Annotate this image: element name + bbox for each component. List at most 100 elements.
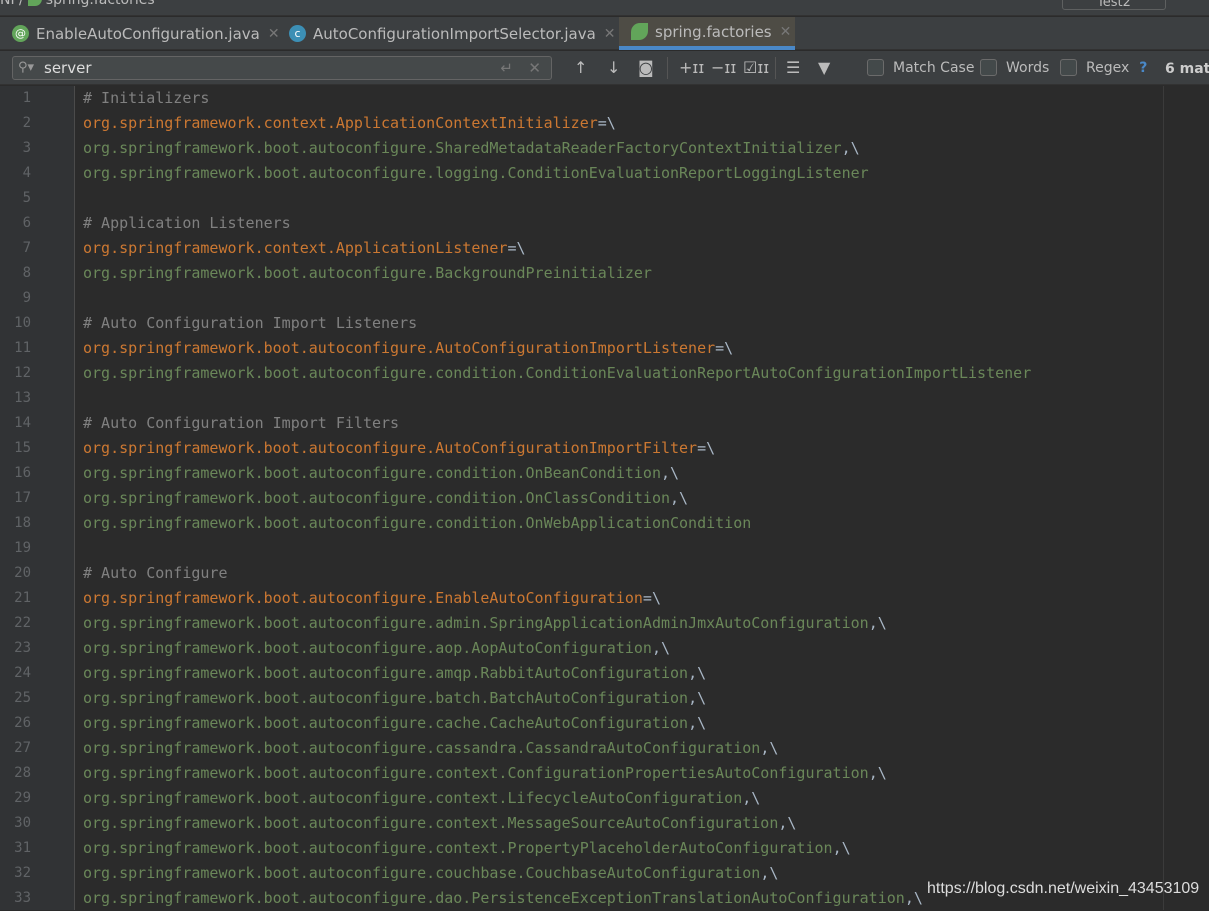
breadcrumb[interactable]: NI / spring.factories [0,0,155,8]
annotation-icon: @ [12,25,29,42]
line-number: 23 [14,640,31,656]
code-text: org.springframework.boot.autoconfigure.c… [83,489,689,507]
code-text: org.springframework.boot.autoconfigure.A… [83,439,716,457]
code-text: org.springframework.boot.autoconfigure.l… [83,164,869,182]
clear-icon[interactable]: ✕ [528,57,541,79]
line-number: 1 [22,90,31,106]
in-selection-icon[interactable]: ☰ [786,58,800,77]
line-number: 32 [14,865,31,881]
code-text: org.springframework.context.ApplicationL… [83,239,526,257]
code-line[interactable]: 22 org.springframework.boot.autoconfigure… [0,611,1209,636]
line-number: 7 [22,240,31,256]
code-text: org.springframework.boot.autoconfigure.c… [83,364,1032,382]
match-case-checkbox[interactable]: Match Case [867,59,974,76]
code-line[interactable]: 18 org.springframework.boot.autoconfigure… [0,511,1209,536]
line-number: 26 [14,715,31,731]
spring-leaf-icon [27,0,42,6]
search-icon[interactable]: ⚲▾ [18,57,34,79]
tab-autoconfigurationimportselector[interactable]: c AutoConfigurationImportSelector.java ✕ [277,17,619,50]
line-number: 8 [22,265,31,281]
find-bar: ⚲▾ server ↵ ✕ ↑ ↓ ◙ +ɪɪ −ɪɪ ☑ɪɪ ☰ ▼ Matc… [0,51,1209,85]
code-line[interactable]: 1 # Initializers [0,86,1209,111]
code-text: org.springframework.boot.autoconfigure.a… [83,664,707,682]
code-line[interactable]: 4 org.springframework.boot.autoconfigure.… [0,161,1209,186]
line-number: 3 [22,140,31,156]
code-line[interactable]: 14 # Auto Configuration Import Filters [0,411,1209,436]
line-number: 24 [14,665,31,681]
regex-checkbox[interactable]: Regex? [1060,59,1147,76]
code-line[interactable]: 23 org.springframework.boot.autoconfigure… [0,636,1209,661]
code-text: org.springframework.boot.autoconfigure.d… [83,889,923,907]
line-number: 12 [14,365,31,381]
code-line[interactable]: 13 [0,386,1209,411]
spring-leaf-icon [631,23,648,40]
code-text: org.springframework.boot.autoconfigure.c… [83,714,707,732]
code-line[interactable]: 19 [0,536,1209,561]
code-line[interactable]: 28 org.springframework.boot.autoconfigure… [0,761,1209,786]
tab-spring-factories[interactable]: spring.factories ✕ [619,17,795,50]
code-line[interactable]: 31 org.springframework.boot.autoconfigure… [0,836,1209,861]
regex-help-icon[interactable]: ? [1139,60,1147,76]
select-occurrences-icon[interactable]: ☑ɪɪ [743,58,769,77]
code-text: org.springframework.boot.autoconfigure.c… [83,814,797,832]
line-number: 6 [22,215,31,231]
previous-occurrence-icon[interactable]: ↑ [574,58,587,77]
code-line[interactable]: 6 # Application Listeners [0,211,1209,236]
line-number: 9 [22,290,31,306]
line-number: 2 [22,115,31,131]
code-text: org.springframework.boot.autoconfigure.c… [83,789,761,807]
code-line[interactable]: 11 org.springframework.boot.autoconfigure… [0,336,1209,361]
code-text: org.springframework.boot.autoconfigure.c… [83,514,752,532]
code-line[interactable]: 2 org.springframework.context.Application… [0,111,1209,136]
code-line[interactable]: 24 org.springframework.boot.autoconfigure… [0,661,1209,686]
line-number: 14 [14,415,31,431]
add-occurrence-icon[interactable]: +ɪɪ [679,58,704,77]
line-number: 10 [14,315,31,331]
code-text: # Auto Configuration Import Listeners [83,314,418,332]
code-line[interactable]: 25 org.springframework.boot.autoconfigure… [0,686,1209,711]
line-number: 4 [22,165,31,181]
code-line[interactable]: 8 org.springframework.boot.autoconfigure.… [0,261,1209,286]
code-text: org.springframework.boot.autoconfigure.c… [83,739,779,757]
code-line[interactable]: 16 org.springframework.boot.autoconfigure… [0,461,1209,486]
words-checkbox[interactable]: Words [980,59,1049,76]
filter-icon[interactable]: ▼ [818,58,830,77]
code-line[interactable]: 26 org.springframework.boot.autoconfigure… [0,711,1209,736]
close-icon[interactable]: ✕ [604,26,616,42]
code-text: org.springframework.boot.autoconfigure.c… [83,464,680,482]
line-number: 13 [14,390,31,406]
code-line[interactable]: 17 org.springframework.boot.autoconfigure… [0,486,1209,511]
select-all-occurrences-icon[interactable]: ◙ [638,58,654,77]
code-line[interactable]: 21 org.springframework.boot.autoconfigure… [0,586,1209,611]
remove-occurrence-icon[interactable]: −ɪɪ [711,58,736,77]
code-line[interactable]: 10 # Auto Configuration Import Listeners [0,311,1209,336]
new-line-icon[interactable]: ↵ [500,57,513,79]
code-line[interactable]: 9 [0,286,1209,311]
code-text: org.springframework.boot.autoconfigure.c… [83,764,887,782]
next-occurrence-icon[interactable]: ↓ [607,58,620,77]
code-text: org.springframework.boot.autoconfigure.E… [83,589,661,607]
code-line[interactable]: 7 org.springframework.context.Application… [0,236,1209,261]
code-text: org.springframework.boot.autoconfigure.a… [83,639,671,657]
code-line[interactable]: 3 org.springframework.boot.autoconfigure.… [0,136,1209,161]
search-input[interactable]: ⚲▾ server ↵ ✕ [12,56,552,80]
line-number: 20 [14,565,31,581]
code-text: org.springframework.boot.autoconfigure.A… [83,339,734,357]
run-configuration-select[interactable]: Test2 [1062,0,1166,10]
code-line[interactable]: 27 org.springframework.boot.autoconfigure… [0,736,1209,761]
code-text: org.springframework.boot.autoconfigure.b… [83,689,707,707]
code-line[interactable]: 12 org.springframework.boot.autoconfigure… [0,361,1209,386]
line-number: 5 [22,190,31,206]
divider [667,57,668,79]
line-number: 28 [14,765,31,781]
code-editor[interactable]: 1 # Initializers 2 org.springframework.cont… [0,86,1209,911]
tab-enableautoconfiguration[interactable]: @ EnableAutoConfiguration.java ✕ [0,17,280,50]
code-line[interactable]: 20 # Auto Configure [0,561,1209,586]
title-bar: NI / spring.factories Test2 [0,0,1209,16]
close-icon[interactable]: ✕ [780,24,792,40]
code-line[interactable]: 15 org.springframework.boot.autoconfigure… [0,436,1209,461]
code-line[interactable]: 30 org.springframework.boot.autoconfigure… [0,811,1209,836]
code-line[interactable]: 29 org.springframework.boot.autoconfigure… [0,786,1209,811]
code-line[interactable]: 5 [0,186,1209,211]
code-text: # Auto Configure [83,564,228,582]
